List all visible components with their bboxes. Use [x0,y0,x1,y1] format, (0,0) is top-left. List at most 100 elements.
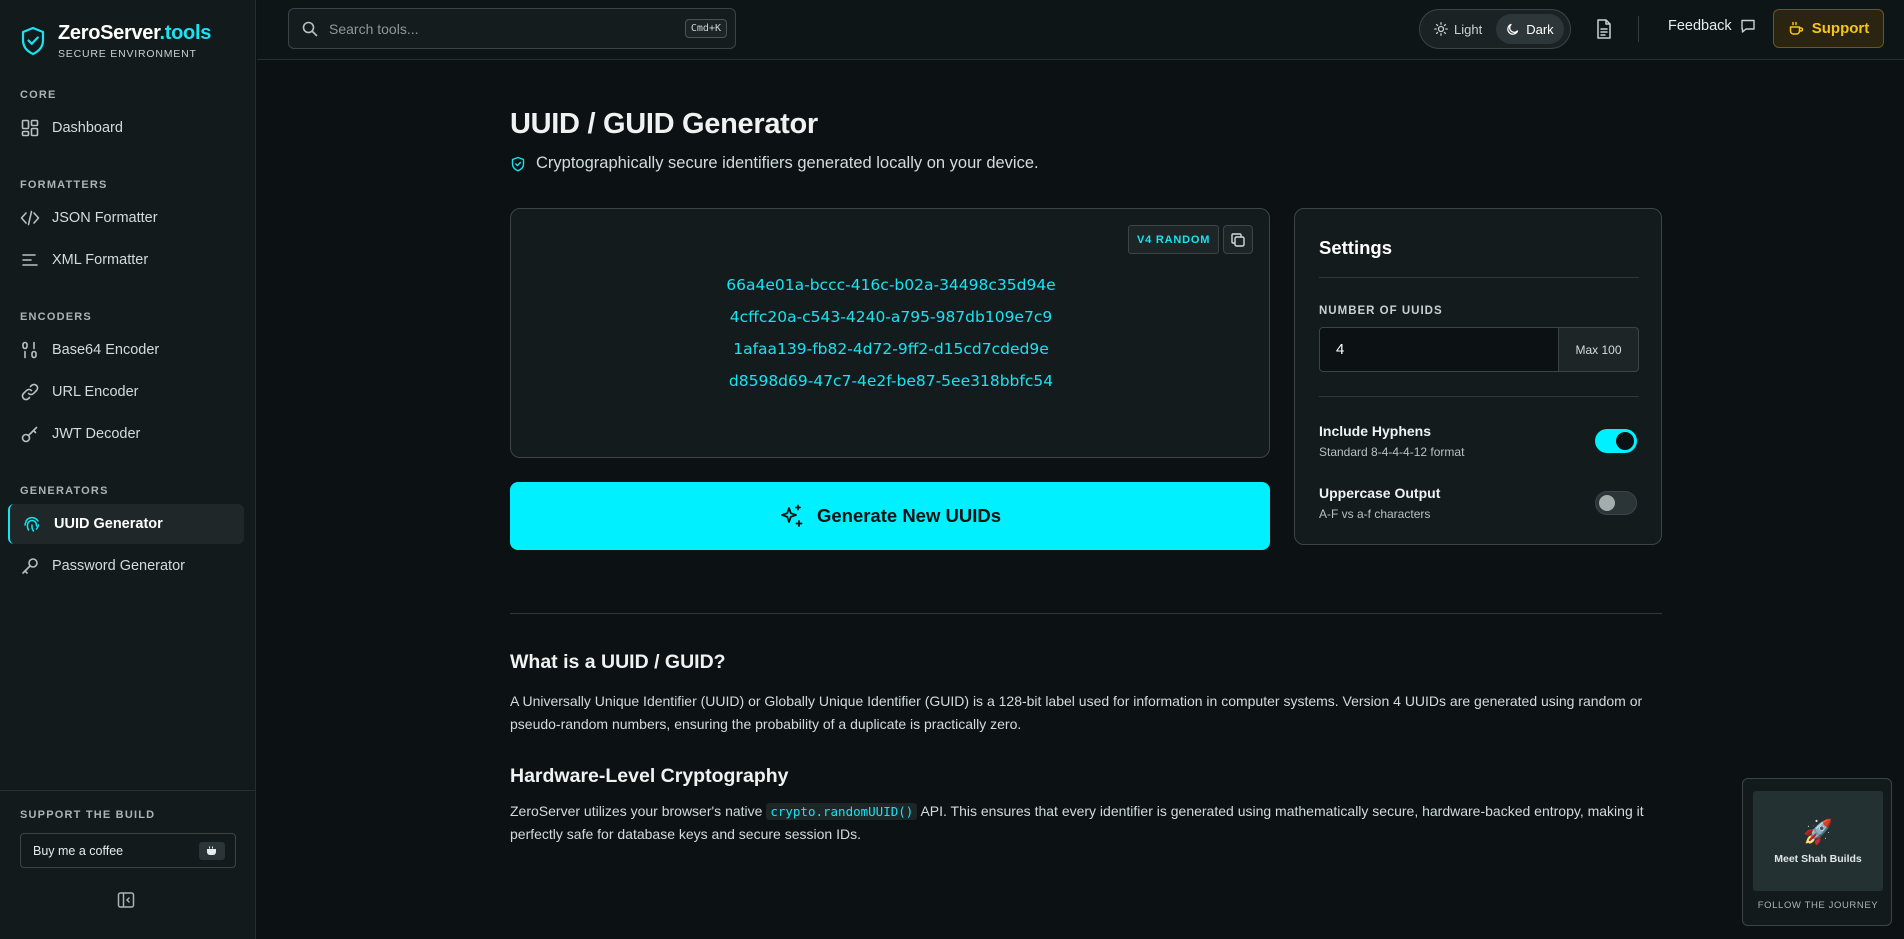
uuid-output-card: V4 RANDOM 66a4e01a-bccc-416c-b02a-34498c… [510,208,1270,458]
theme-light-button[interactable]: Light [1424,14,1492,44]
settings-divider [1319,396,1639,397]
include-hyphens-desc: Standard 8-4-4-4-12 format [1319,445,1465,459]
sidebar-item-label: UUID Generator [54,516,163,532]
generate-uuids-button[interactable]: Generate New UUIDs [510,482,1270,550]
sidebar-item-xml-formatter[interactable]: XML Formatter [0,240,256,280]
buy-coffee-label: Buy me a coffee [33,843,124,858]
uppercase-output-toggle[interactable] [1595,491,1637,515]
brand[interactable]: ZeroServer.tools SECURE ENVIRONMENT [20,22,211,60]
sidebar-item-label: Dashboard [52,120,123,136]
support-block: SUPPORT THE BUILD Buy me a coffee [0,790,256,868]
dashboard-icon [20,118,40,138]
nav-section-encoders: ENCODERS [20,311,92,323]
sparkles-icon [779,503,805,529]
info-heading-crypto: Hardware-Level Cryptography [510,765,789,787]
message-icon [1740,18,1756,34]
uuid-count-label: NUMBER OF UUIDS [1319,305,1443,317]
settings-panel: Settings NUMBER OF UUIDS Max 100 Include… [1294,208,1662,545]
search-shortcut: Cmd+K [684,19,727,38]
fingerprint-icon [22,514,42,534]
topbar: Search tools... Cmd+K Light Dark Feedbac… [257,0,1904,60]
search-icon [301,20,319,38]
coffee-icon [1788,21,1804,37]
sun-icon [1434,22,1448,36]
uuid-item[interactable]: 66a4e01a-bccc-416c-b02a-34498c35d94e [511,275,1271,307]
brand-subtitle: SECURE ENVIRONMENT [58,48,197,60]
coffee-cup-icon [199,841,225,860]
copy-button[interactable] [1223,225,1253,254]
section-divider [510,613,1662,614]
info-heading-uuid: What is a UUID / GUID? [510,651,726,673]
sidebar-item-label: Password Generator [52,558,185,574]
document-icon[interactable] [1594,18,1614,40]
key-icon [20,556,40,576]
promo-image: 🚀 Meet Shah Builds [1753,791,1883,891]
theme-light-label: Light [1454,21,1483,37]
sidebar-item-label: JWT Decoder [52,426,141,442]
toggle-knob [1616,432,1634,450]
theme-toggle: Light Dark [1419,9,1571,49]
uuid-item[interactable]: 1afaa139-fb82-4d72-9ff2-d15cd7cded9e [511,339,1271,371]
sidebar-item-password-generator[interactable]: Password Generator [0,546,256,586]
uuid-count-input[interactable] [1319,327,1559,372]
sidebar-item-label: JSON Formatter [52,210,158,226]
info-paragraph-uuid: A Universally Unique Identifier (UUID) o… [510,693,1643,732]
sidebar-item-dashboard[interactable]: Dashboard [0,108,256,148]
promo-name: Meet Shah Builds [1774,852,1862,865]
code-icon [20,208,40,228]
theme-dark-button[interactable]: Dark [1496,14,1564,44]
nav-section-generators: GENERATORS [20,485,109,497]
generate-label: Generate New UUIDs [816,505,1002,526]
binary-icon [20,340,40,360]
sidebar-item-url-encoder[interactable]: URL Encoder [0,372,256,412]
topbar-divider [1638,16,1639,42]
nav-section-formatters: FORMATTERS [20,179,108,191]
max-count-tag: Max 100 [1559,327,1639,372]
link-icon [20,382,40,402]
page-subtitle: Cryptographically secure identifiers gen… [510,154,1039,173]
sidebar-item-jwt-decoder[interactable]: JWT Decoder [0,414,256,454]
search-input[interactable]: Search tools... [329,21,685,37]
uuid-item[interactable]: d8598d69-47c7-4e2f-be87-5ee318bbfc54 [511,371,1271,403]
include-hyphens-title: Include Hyphens [1319,423,1432,439]
settings-title: Settings [1319,237,1392,258]
uuid-item[interactable]: 4cffc20a-c543-4240-a795-987db109e7c9 [511,307,1271,339]
key-icon [20,424,40,444]
sidebar-item-label: XML Formatter [52,252,149,268]
code-snippet: crypto.randomUUID() [766,803,918,820]
feedback-button[interactable]: Feedback [1668,18,1756,34]
sidebar-item-base64-encoder[interactable]: Base64 Encoder [0,330,256,370]
sidebar-item-label: URL Encoder [52,384,139,400]
theme-dark-label: Dark [1526,21,1554,37]
uuid-list: 66a4e01a-bccc-416c-b02a-34498c35d94e 4cf… [511,275,1271,403]
collapse-sidebar-icon[interactable] [116,890,136,910]
sidebar-item-label: Base64 Encoder [52,342,160,358]
sidebar: ZeroServer.tools SECURE ENVIRONMENT CORE… [0,0,256,939]
copy-icon [1230,232,1246,248]
sidebar-item-json-formatter[interactable]: JSON Formatter [0,198,256,238]
promo-follow: FOLLOW THE JOURNEY [1757,900,1879,911]
promo-card[interactable]: 🚀 Meet Shah Builds FOLLOW THE JOURNEY [1742,778,1892,926]
support-title: SUPPORT THE BUILD [20,809,156,821]
sidebar-item-uuid-generator[interactable]: UUID Generator [8,504,244,544]
buy-coffee-button[interactable]: Buy me a coffee [20,833,236,868]
search-box[interactable]: Search tools... Cmd+K [288,8,736,49]
settings-divider [1319,277,1639,278]
rocket-icon: 🚀 [1803,818,1833,846]
moon-icon [1506,22,1520,36]
feedback-label: Feedback [1668,18,1732,34]
support-label: Support [1811,20,1870,37]
page-title: UUID / GUID Generator [510,108,818,140]
toggle-knob [1599,495,1615,511]
version-badge: V4 RANDOM [1128,225,1220,254]
include-hyphens-toggle[interactable] [1595,429,1637,453]
uppercase-output-title: Uppercase Output [1319,485,1441,501]
shield-logo-icon [20,26,46,56]
page-subtitle-text: Cryptographically secure identifiers gen… [536,154,1039,172]
brand-name: ZeroServer.tools [58,22,212,44]
lines-icon [20,250,40,270]
info-paragraph-crypto: ZeroServer utilizes your browser's nativ… [510,803,1644,842]
uppercase-output-desc: A-F vs a-f characters [1319,507,1431,521]
shield-check-icon [510,156,526,172]
support-button[interactable]: Support [1773,9,1884,48]
